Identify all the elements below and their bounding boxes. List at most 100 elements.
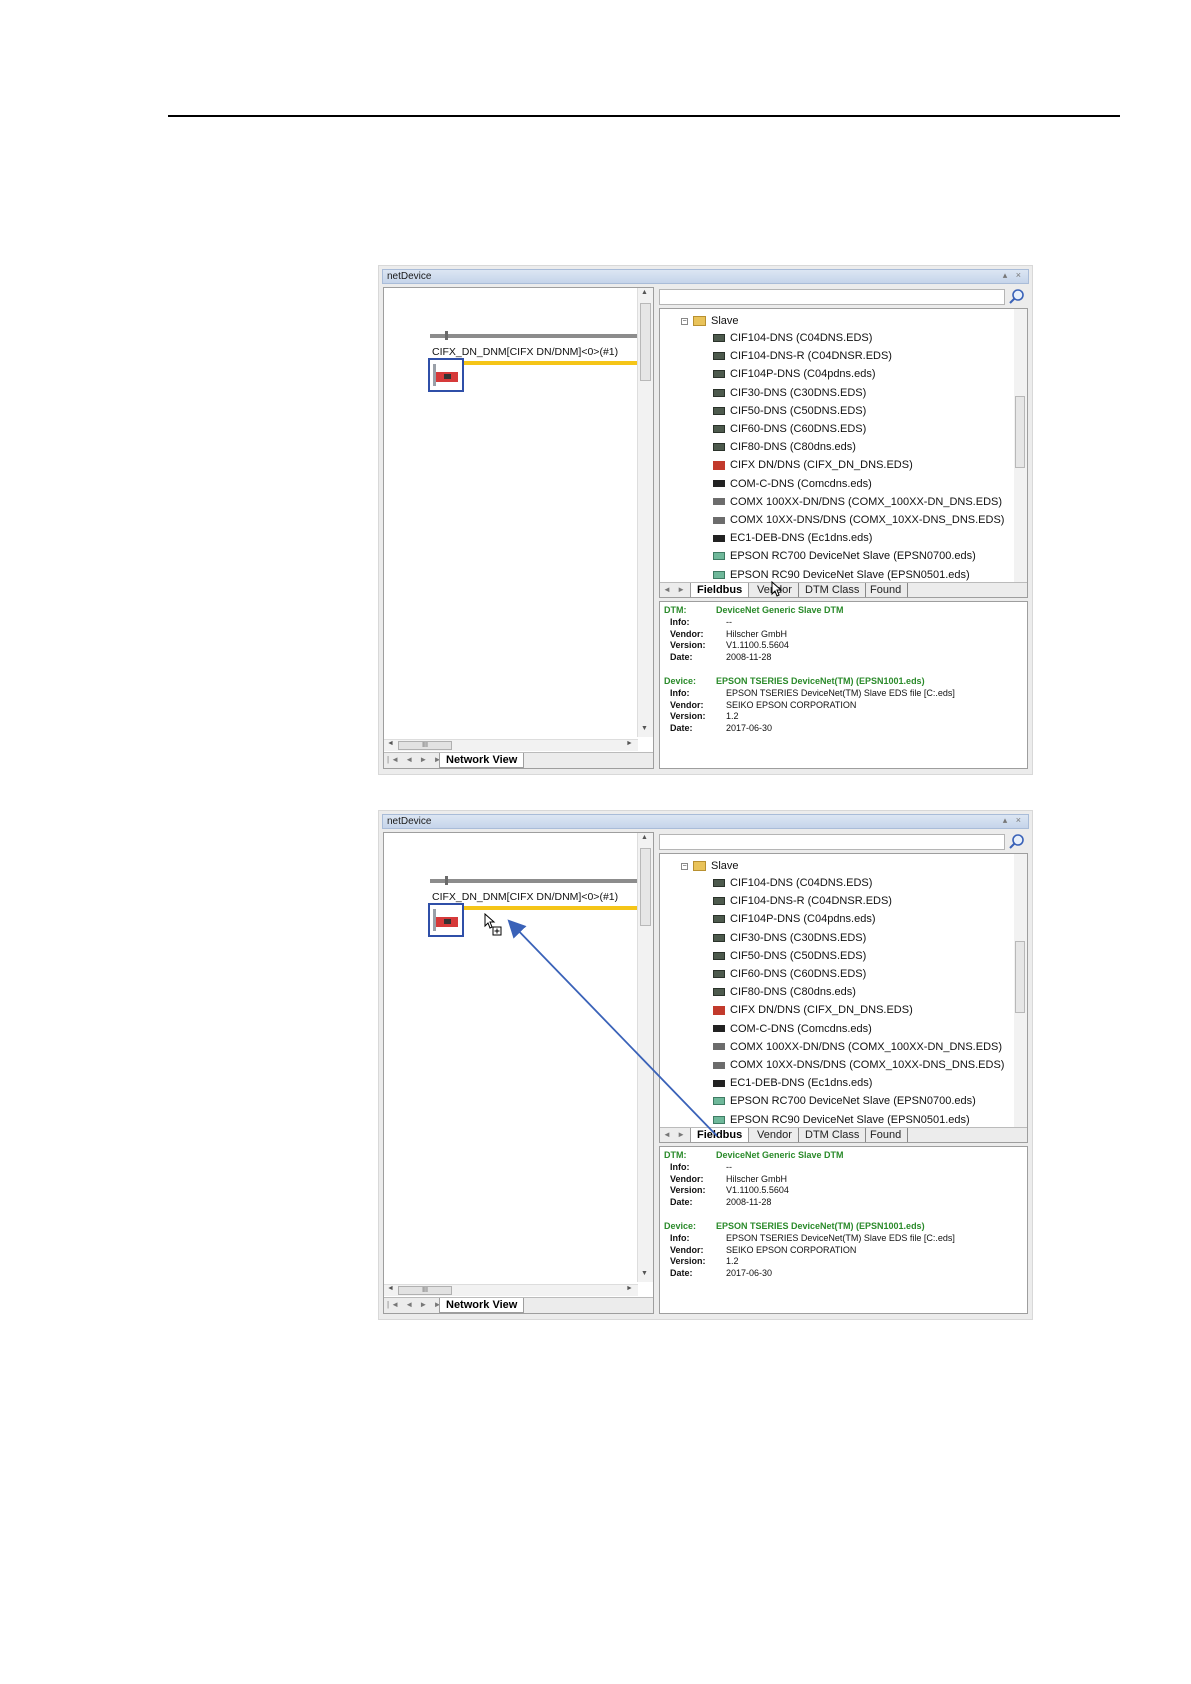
- device-green-icon: [713, 570, 725, 579]
- search-icon[interactable]: [1008, 833, 1025, 850]
- tree-item-label: COMX 100XX-DN/DNS (COMX_100XX-DN_DNS.EDS…: [730, 495, 1003, 508]
- tree-item[interactable]: CIF60-DNS (C60DNS.EDS): [713, 421, 866, 438]
- tree-item[interactable]: EPSON RC700 DeviceNet Slave (EPSN0700.ed…: [713, 1093, 976, 1110]
- collapse-icon[interactable]: −: [681, 317, 688, 325]
- page-header-rule: [168, 115, 1120, 117]
- tree-item[interactable]: COM-C-DNS (Comcdns.eds): [713, 476, 872, 493]
- tab-found[interactable]: Found: [864, 583, 909, 597]
- tree-item[interactable]: CIF30-DNS (C30DNS.EDS): [713, 385, 866, 402]
- search-icon[interactable]: [1008, 288, 1025, 305]
- info-row-label: Version:: [670, 1185, 706, 1195]
- tree-item-label: CIF50-DNS (C50DNS.EDS): [730, 404, 867, 417]
- catalog-vertical-scrollbar[interactable]: [1014, 309, 1027, 582]
- device-gray-icon: [713, 1061, 725, 1069]
- tree-item[interactable]: CIF80-DNS (C80dns.eds): [713, 439, 856, 456]
- tree-item[interactable]: CIF50-DNS (C50DNS.EDS): [713, 403, 866, 420]
- tree-item[interactable]: COM-C-DNS (Comcdns.eds): [713, 1021, 872, 1038]
- tab-fieldbus[interactable]: Fieldbus: [690, 1128, 750, 1142]
- tree-item-label: CIF104-DNS (C04DNS.EDS): [730, 332, 873, 344]
- dtm-label: DTM:: [664, 1150, 687, 1160]
- tree-item[interactable]: CIFX DN/DNS (CIFX_DN_DNS.EDS): [713, 1002, 913, 1019]
- window-title-buttons[interactable]: ▴ ×: [1003, 270, 1024, 281]
- tree-item[interactable]: CIF50-DNS (C50DNS.EDS): [713, 948, 866, 965]
- tab-vendor[interactable]: Vendor: [751, 1128, 799, 1142]
- tree-item[interactable]: COMX 10XX-DNS/DNS (COMX_10XX-DNS_DNS.EDS…: [713, 512, 1004, 529]
- tree-item[interactable]: CIFX DN/DNS (CIFX_DN_DNS.EDS): [713, 457, 913, 474]
- catalog-tree: − Slave CIF104-DNS (C04DNS.EDS) CIF104-DNS…: [659, 308, 1028, 598]
- cifx-device-icon[interactable]: [428, 358, 464, 392]
- tree-item[interactable]: EPSON RC700 DeviceNet Slave (EPSN0700.ed…: [713, 548, 976, 565]
- tree-item[interactable]: CIF80-DNS (C80dns.eds): [713, 984, 856, 1001]
- tree-item[interactable]: CIF104-DNS-R (C04DNSR.EDS): [713, 893, 892, 910]
- tab-dtm-class[interactable]: DTM Class: [799, 583, 867, 597]
- network-vertical-scrollbar[interactable]: ▲ ▼: [637, 833, 653, 1282]
- tree-item[interactable]: CIF60-DNS (C60DNS.EDS): [713, 966, 866, 983]
- info-row-label: Date:: [670, 1196, 693, 1207]
- device-board-icon: [713, 970, 725, 979]
- network-horizontal-scrollbar[interactable]: ◄ III ►: [384, 1284, 638, 1296]
- device-board-icon: [713, 352, 725, 361]
- device-catalog-pane: − Slave CIF104-DNS (C04DNS.EDS) CIF104-DNS…: [659, 832, 1028, 1314]
- scroll-right-arrow-icon[interactable]: ►: [626, 740, 633, 747]
- tree-item[interactable]: EC1-DEB-DNS (Ec1dns.eds): [713, 1075, 872, 1092]
- tab-network-view[interactable]: Network View: [439, 753, 525, 768]
- devicenet-bus-line[interactable]: [464, 906, 638, 910]
- tree-item-label: COMX 10XX-DNS/DNS (COMX_10XX-DNS_DNS.EDS…: [730, 1059, 1005, 1071]
- scroll-down-arrow-icon[interactable]: ▼: [641, 1270, 648, 1277]
- window-title: netDevice: [387, 271, 432, 282]
- scroll-left-arrow-icon[interactable]: ◄: [387, 740, 394, 747]
- tab-dtm-class[interactable]: DTM Class: [799, 1128, 867, 1142]
- hscroll-thumb[interactable]: III: [398, 741, 452, 750]
- drag-copy-cursor-icon: [484, 913, 502, 936]
- tree-item[interactable]: EC1-DEB-DNS (Ec1dns.eds): [713, 530, 872, 547]
- scroll-thumb[interactable]: [640, 303, 651, 381]
- hscroll-thumb[interactable]: III: [398, 1286, 452, 1295]
- tree-item[interactable]: CIF104P-DNS (C04pdns.eds): [713, 911, 876, 928]
- catalog-vertical-scrollbar[interactable]: [1014, 854, 1027, 1127]
- tab-network-view[interactable]: Network View: [439, 1298, 525, 1313]
- tree-item[interactable]: CIF30-DNS (C30DNS.EDS): [713, 930, 866, 947]
- network-vertical-scrollbar[interactable]: ▲ ▼: [637, 288, 653, 737]
- bus-connector: [445, 876, 448, 885]
- tab-nav-arrows-icon[interactable]: ◄ ►: [663, 585, 687, 594]
- tree-item[interactable]: COMX 100XX-DN/DNS (COMX_100XX-DN_DNS.EDS…: [713, 1039, 1002, 1056]
- info-row-value: --: [726, 617, 732, 627]
- tree-item[interactable]: CIF104-DNS-R (C04DNSR.EDS): [713, 348, 892, 365]
- device-black-icon: [713, 1079, 725, 1087]
- tree-folder-slave[interactable]: − Slave: [681, 313, 739, 330]
- info-row-label: Info:: [670, 1162, 690, 1172]
- scroll-up-arrow-icon[interactable]: ▲: [641, 834, 648, 841]
- network-canvas[interactable]: CIFX_DN_DNM[CIFX DN/DNM]<0>(#1): [384, 833, 638, 1282]
- devicenet-bus-line[interactable]: [464, 361, 638, 365]
- scroll-left-arrow-icon[interactable]: ◄: [387, 1285, 394, 1292]
- tree-item[interactable]: CIF104P-DNS (C04pdns.eds): [713, 366, 876, 383]
- tree-item[interactable]: COMX 100XX-DN/DNS (COMX_100XX-DN_DNS.EDS…: [713, 494, 1002, 511]
- info-row-value: V1.1100.5.5604: [726, 640, 789, 650]
- scroll-thumb[interactable]: [1015, 396, 1025, 468]
- catalog-search-input[interactable]: [659, 289, 1005, 305]
- tab-fieldbus[interactable]: Fieldbus: [690, 583, 750, 597]
- tab-found[interactable]: Found: [864, 1128, 909, 1142]
- catalog-search-input[interactable]: [659, 834, 1005, 850]
- tree-folder-slave[interactable]: − Slave: [681, 858, 739, 875]
- network-tab-strip: |◄ ◄ ► ►| Network View: [384, 1297, 653, 1313]
- network-horizontal-scrollbar[interactable]: ◄ III ►: [384, 739, 638, 751]
- tree-item[interactable]: CIF104-DNS (C04DNS.EDS): [713, 330, 872, 347]
- tree-item[interactable]: CIF104-DNS (C04DNS.EDS): [713, 875, 872, 892]
- window-title-buttons[interactable]: ▴ ×: [1003, 815, 1024, 826]
- scroll-up-arrow-icon[interactable]: ▲: [641, 289, 648, 296]
- dtm-value: DeviceNet Generic Slave DTM: [716, 605, 844, 615]
- collapse-icon[interactable]: −: [681, 862, 688, 870]
- info-row-value: 2017-06-30: [726, 722, 773, 733]
- tab-nav-arrows-icon[interactable]: ◄ ►: [663, 1130, 687, 1139]
- scroll-thumb[interactable]: [1015, 941, 1025, 1013]
- cifx-device-icon[interactable]: [428, 903, 464, 937]
- info-row-value: --: [726, 1162, 732, 1172]
- tree-item[interactable]: COMX 10XX-DNS/DNS (COMX_10XX-DNS_DNS.EDS…: [713, 1057, 1004, 1074]
- tree-item-label: CIF104-DNS (C04DNS.EDS): [730, 877, 873, 889]
- scroll-down-arrow-icon[interactable]: ▼: [641, 725, 648, 732]
- scroll-right-arrow-icon[interactable]: ►: [626, 1285, 633, 1292]
- device-board-icon: [713, 443, 725, 452]
- scroll-thumb[interactable]: [640, 848, 651, 926]
- network-canvas[interactable]: CIFX_DN_DNM[CIFX DN/DNM]<0>(#1): [384, 288, 638, 737]
